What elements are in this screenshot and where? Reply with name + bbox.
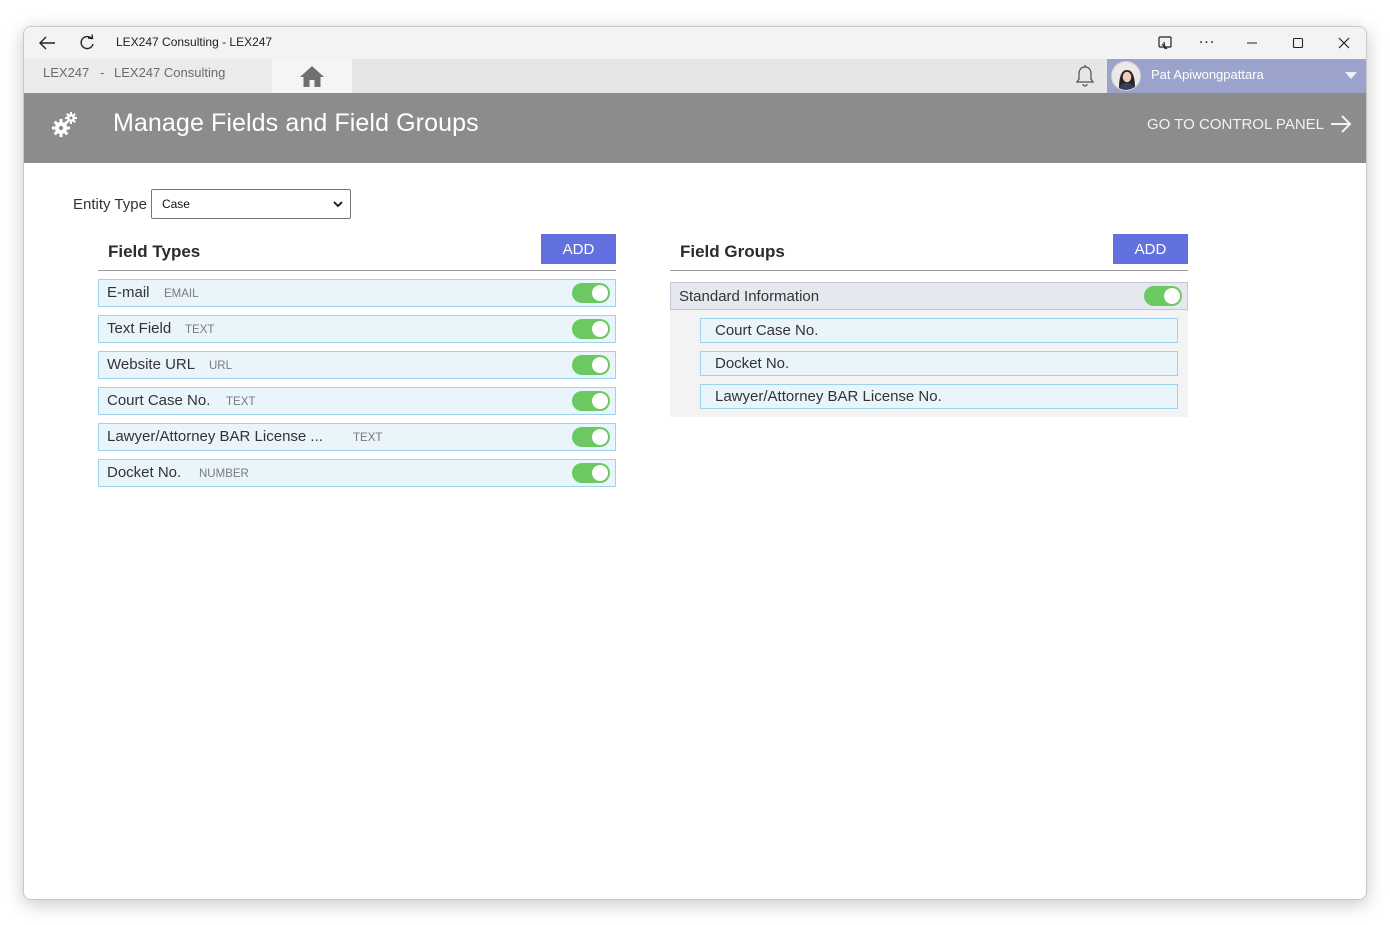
org-name-label: LEX247 Consulting — [114, 65, 226, 80]
maximize-button[interactable] — [1283, 31, 1313, 55]
user-area: Pat Apiwongpattara — [1067, 59, 1366, 93]
toggle-knob — [592, 429, 608, 445]
field-enabled-toggle[interactable] — [572, 463, 610, 483]
field-enabled-toggle[interactable] — [572, 319, 610, 339]
field-type-badge: TEXT — [185, 324, 215, 336]
bell-icon — [1075, 65, 1095, 87]
field-group: Standard Information Court Case No. Dock… — [670, 282, 1188, 417]
minimize-button[interactable] — [1237, 31, 1267, 55]
user-photo-icon — [1112, 62, 1140, 90]
field-enabled-toggle[interactable] — [572, 427, 610, 447]
app-window: LEX247 Consulting - LEX247 ··· LEX247 - … — [23, 26, 1367, 900]
entity-type-select[interactable]: Case — [150, 189, 351, 219]
field-groups-title: Field Groups — [680, 242, 785, 261]
group-field-item[interactable]: Court Case No. — [700, 318, 1178, 343]
cast-button[interactable] — [1150, 31, 1180, 55]
toggle-knob — [592, 321, 608, 337]
window-title: LEX247 Consulting - LEX247 — [116, 35, 273, 49]
field-type-row[interactable]: Text Field TEXT — [98, 315, 616, 343]
more-options-button[interactable]: ··· — [1192, 31, 1222, 55]
field-enabled-toggle[interactable] — [572, 283, 610, 303]
group-field-item[interactable]: Lawyer/Attorney BAR License No. — [700, 384, 1178, 409]
entity-type-value: Case — [161, 197, 190, 211]
field-types-header: Field Types ADD — [98, 233, 616, 271]
ellipsis-icon: ··· — [1198, 35, 1216, 51]
field-enabled-toggle[interactable] — [572, 391, 610, 411]
toggle-knob — [1164, 288, 1180, 304]
title-bar: LEX247 Consulting - LEX247 ··· — [24, 27, 1366, 59]
refresh-icon — [80, 34, 94, 50]
field-type-row[interactable]: Lawyer/Attorney BAR License ... TEXT — [98, 423, 616, 451]
field-name: Text Field — [107, 320, 172, 337]
field-name: Website URL — [107, 356, 196, 373]
org-breadcrumb[interactable]: LEX247 - LEX247 Consulting — [24, 59, 272, 93]
field-type-badge: NUMBER — [199, 468, 249, 480]
cast-icon — [1158, 36, 1172, 50]
field-type-badge: TEXT — [353, 432, 383, 444]
toggle-knob — [592, 285, 608, 301]
entity-type-label: Entity Type — [73, 195, 147, 213]
notifications-button[interactable] — [1073, 64, 1097, 88]
field-type-row[interactable]: Court Case No. TEXT — [98, 387, 616, 415]
add-field-group-button[interactable]: ADD — [1113, 234, 1188, 264]
group-field-name: Docket No. — [715, 355, 790, 372]
field-name: E-mail — [107, 284, 150, 301]
refresh-button[interactable] — [74, 31, 100, 55]
field-types-panel: Field Types ADD E-mail EMAIL Text Field … — [98, 233, 616, 487]
user-menu[interactable]: Pat Apiwongpattara — [1107, 59, 1366, 93]
arrow-right-icon — [1331, 115, 1352, 133]
home-icon — [300, 66, 324, 87]
group-field-name: Lawyer/Attorney BAR License No. — [715, 388, 942, 405]
field-groups-panel: Field Groups ADD Standard Information Co… — [670, 233, 1188, 417]
chevron-down-icon — [333, 201, 343, 208]
group-field-item[interactable]: Docket No. — [700, 351, 1178, 376]
maximize-icon — [1292, 37, 1304, 49]
field-type-badge: TEXT — [226, 396, 256, 408]
close-button[interactable] — [1329, 31, 1359, 55]
close-icon — [1338, 37, 1350, 49]
toggle-knob — [592, 357, 608, 373]
field-group-name: Standard Information — [679, 288, 820, 305]
group-field-name: Court Case No. — [715, 322, 819, 339]
control-panel-label: GO TO CONTROL PANEL — [1147, 115, 1324, 133]
field-group-header[interactable]: Standard Information — [670, 282, 1188, 310]
group-enabled-toggle[interactable] — [1144, 286, 1182, 306]
gears-icon — [52, 112, 77, 137]
entity-type-row: Entity Type Case — [73, 189, 351, 219]
page-header: Manage Fields and Field Groups GO TO CON… — [24, 93, 1366, 163]
breadcrumb-separator: - — [100, 65, 105, 80]
avatar — [1111, 61, 1141, 91]
go-to-control-panel-link[interactable]: GO TO CONTROL PANEL — [1147, 115, 1352, 133]
field-types-title: Field Types — [108, 242, 201, 261]
field-type-row[interactable]: Docket No. NUMBER — [98, 459, 616, 487]
field-enabled-toggle[interactable] — [572, 355, 610, 375]
field-groups-header: Field Groups ADD — [670, 233, 1188, 271]
field-name: Docket No. — [107, 464, 182, 481]
top-nav: LEX247 - LEX247 Consulting Pat Apiwongpa… — [24, 59, 1366, 93]
field-type-badge: URL — [209, 360, 233, 372]
back-button[interactable] — [34, 31, 60, 55]
field-name: Lawyer/Attorney BAR License ... — [107, 428, 323, 445]
page-title: Manage Fields and Field Groups — [113, 109, 479, 137]
arrow-left-icon — [39, 36, 55, 50]
toggle-knob — [592, 393, 608, 409]
add-field-type-button[interactable]: ADD — [541, 234, 616, 264]
minimize-icon — [1247, 42, 1257, 44]
toggle-knob — [592, 465, 608, 481]
field-type-row[interactable]: Website URL URL — [98, 351, 616, 379]
field-type-row[interactable]: E-mail EMAIL — [98, 279, 616, 307]
user-name: Pat Apiwongpattara — [1151, 67, 1264, 82]
org-short-label: LEX247 — [43, 65, 90, 80]
caret-down-icon — [1345, 72, 1357, 79]
field-type-badge: EMAIL — [164, 288, 199, 300]
field-name: Court Case No. — [107, 392, 211, 409]
home-button[interactable] — [272, 59, 352, 93]
